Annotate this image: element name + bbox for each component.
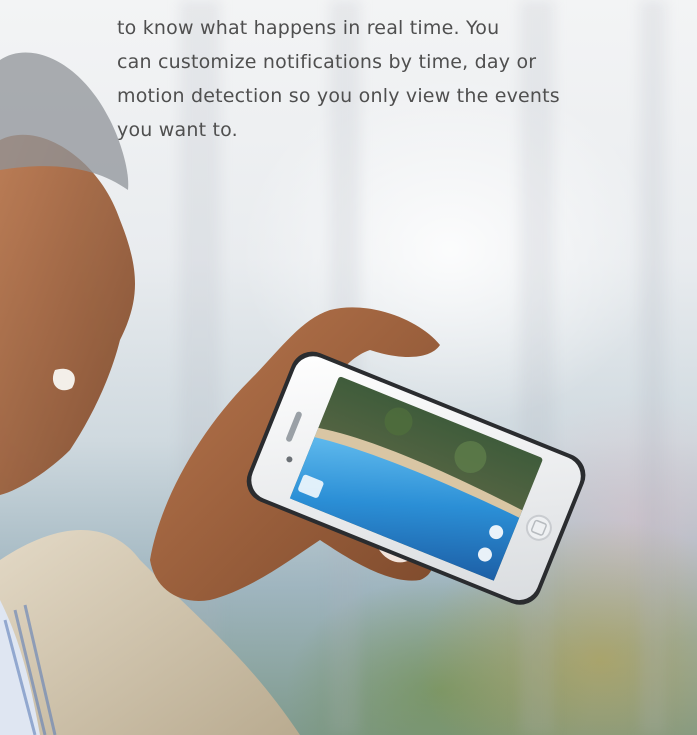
photo-illustration: [0, 52, 586, 735]
woman-head: [0, 52, 135, 495]
marketing-photo: to know what happens in real time. You c…: [0, 0, 697, 735]
